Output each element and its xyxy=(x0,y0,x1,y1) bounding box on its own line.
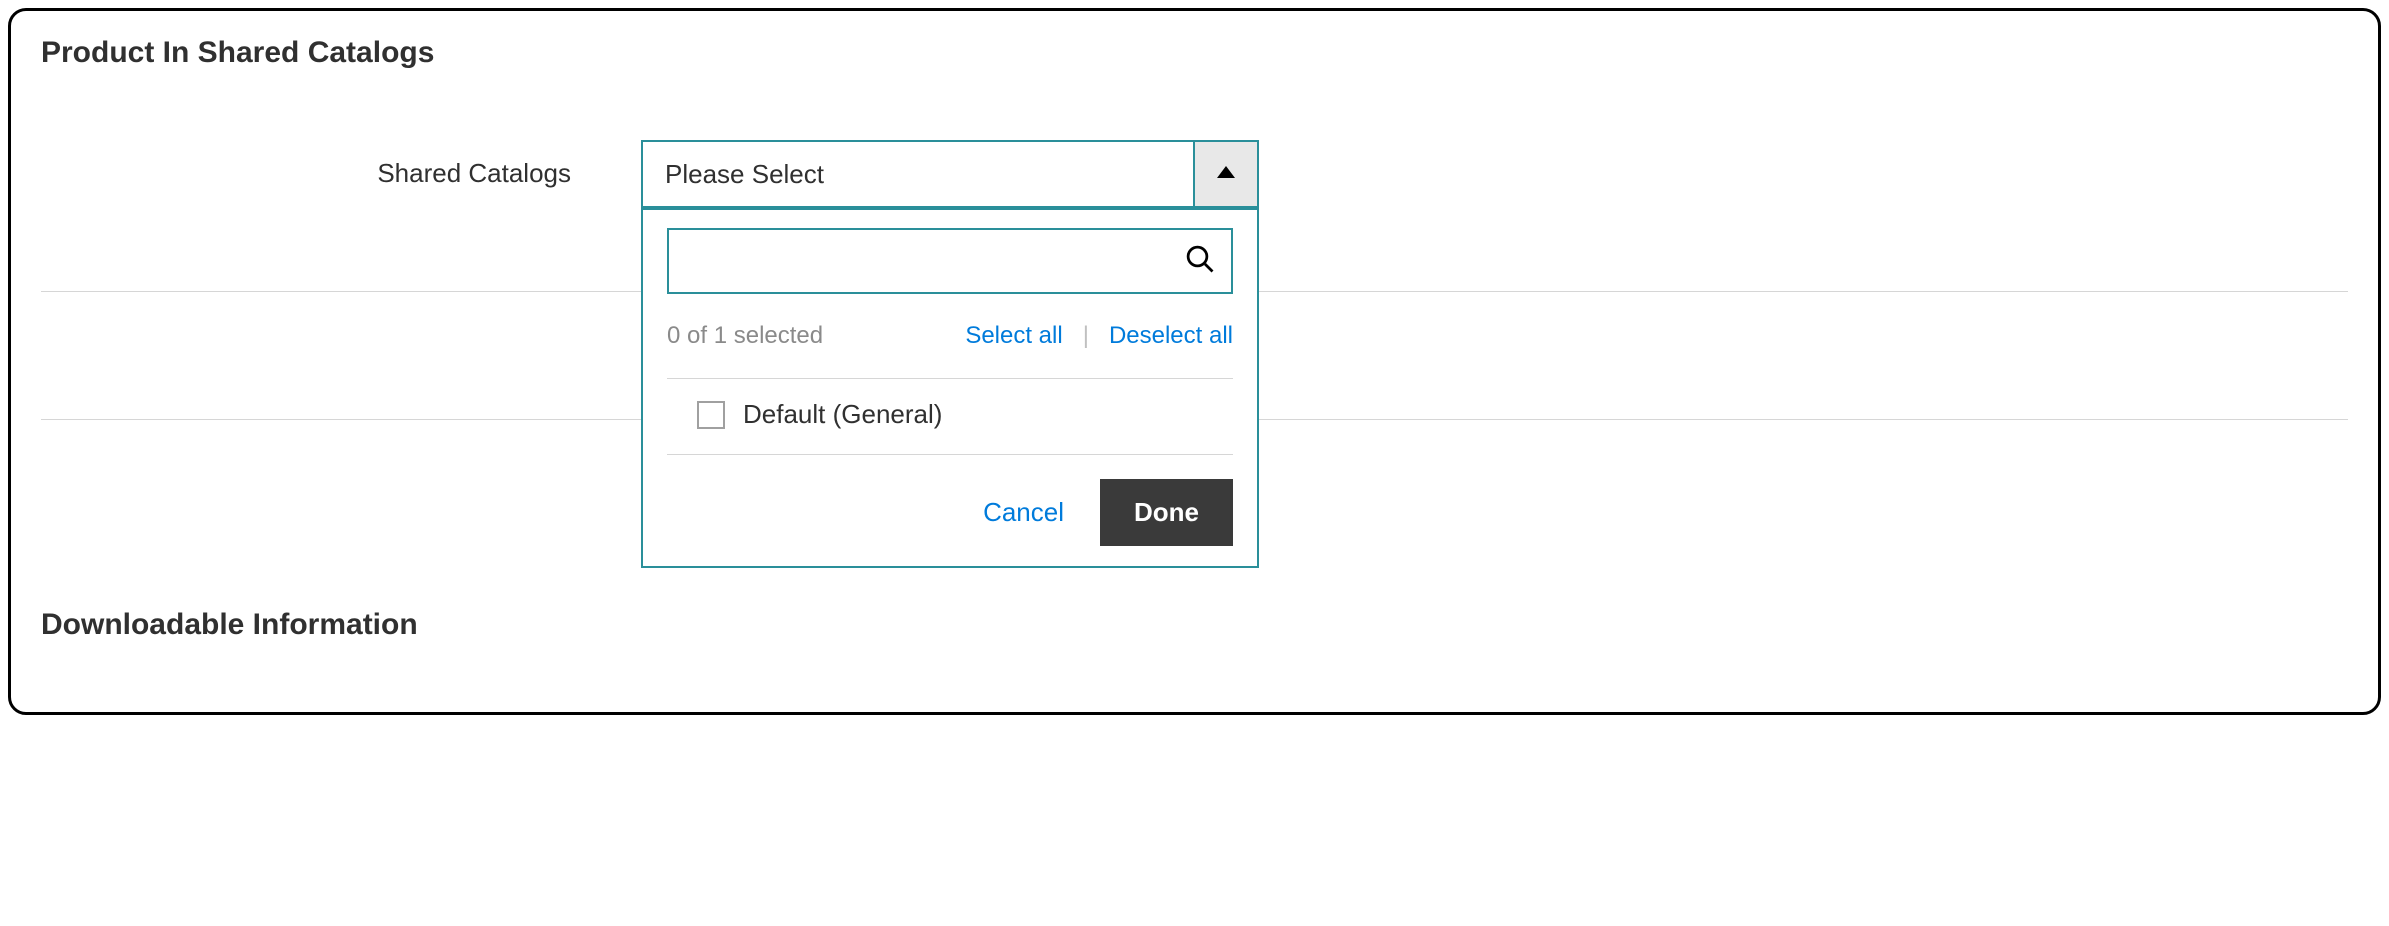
separator: | xyxy=(1083,322,1089,350)
product-panel: Product In Shared Catalogs Shared Catalo… xyxy=(8,8,2381,715)
option-label: Default (General) xyxy=(743,399,942,430)
shared-catalogs-label: Shared Catalogs xyxy=(41,140,641,189)
shared-catalogs-row: Shared Catalogs Please Select xyxy=(41,140,2348,568)
shared-catalogs-multiselect: Please Select xyxy=(641,140,1259,568)
cancel-button[interactable]: Cancel xyxy=(983,497,1064,528)
option-checkbox[interactable] xyxy=(697,401,725,429)
selection-actions: Select all | Deselect all xyxy=(965,322,1233,350)
selection-count: 0 of 1 selected xyxy=(667,322,823,350)
dropdown-actions: Cancel Done xyxy=(667,455,1233,546)
multiselect-header[interactable]: Please Select xyxy=(641,140,1259,208)
select-all-button[interactable]: Select all xyxy=(965,322,1062,350)
multiselect-toggle[interactable] xyxy=(1193,142,1257,206)
selection-summary-bar: 0 of 1 selected Select all | Deselect al… xyxy=(667,322,1233,379)
downloadable-info-section-title: Downloadable Information xyxy=(41,608,2348,642)
multiselect-dropdown: 0 of 1 selected Select all | Deselect al… xyxy=(641,208,1259,568)
multiselect-search-input[interactable] xyxy=(685,230,1185,292)
multiselect-search xyxy=(667,228,1233,294)
search-icon xyxy=(1185,244,1215,279)
multiselect-placeholder: Please Select xyxy=(643,142,1193,206)
chevron-up-icon xyxy=(1217,165,1235,183)
multiselect-option[interactable]: Default (General) xyxy=(667,379,1233,455)
shared-catalogs-section-title: Product In Shared Catalogs xyxy=(41,36,2348,70)
done-button[interactable]: Done xyxy=(1100,479,1233,546)
deselect-all-button[interactable]: Deselect all xyxy=(1109,322,1233,350)
